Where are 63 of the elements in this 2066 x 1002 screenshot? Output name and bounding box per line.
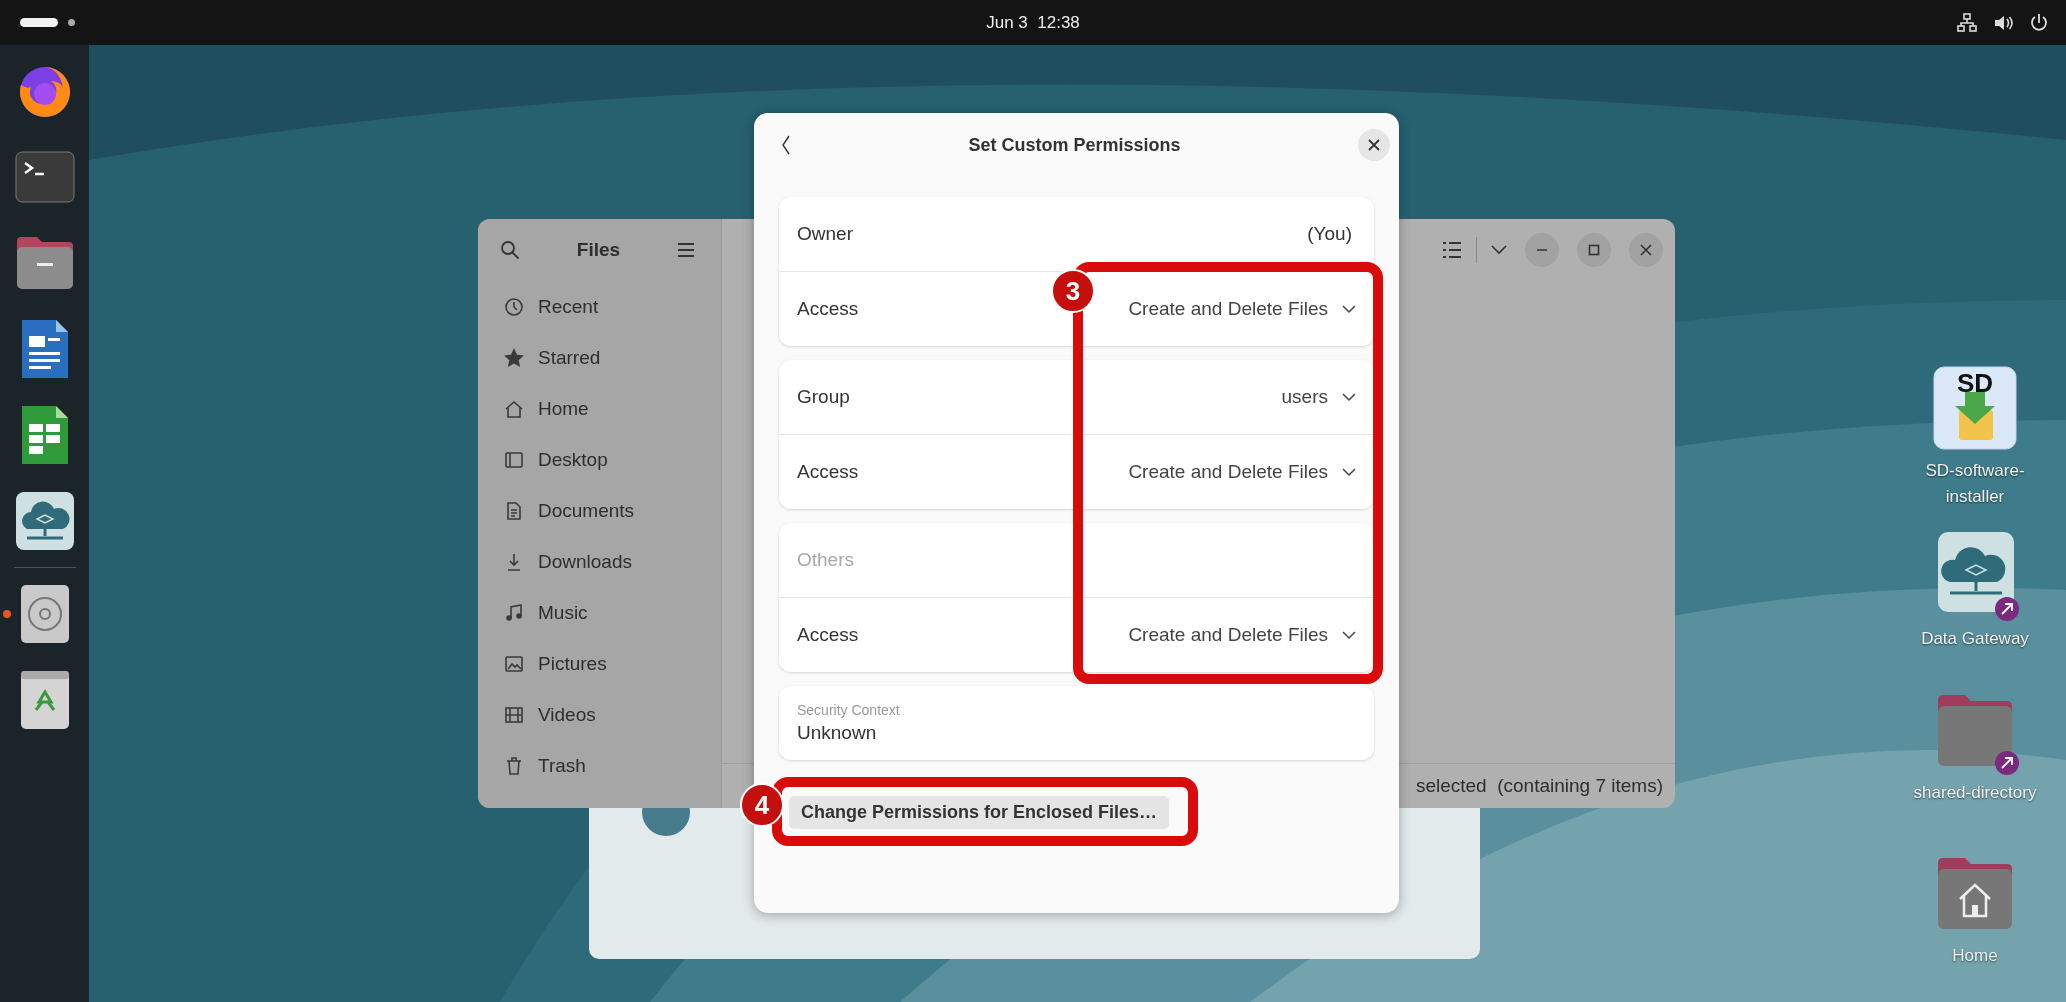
image-icon	[504, 653, 524, 674]
close-button[interactable]	[1358, 129, 1390, 161]
star-icon	[504, 347, 524, 368]
dropdown[interactable]: Create and Delete Files	[1128, 455, 1356, 489]
minimize-icon	[1536, 249, 1548, 251]
sidebar-item[interactable]: Recent	[478, 281, 721, 332]
dropdown[interactable]: Create and Delete Files	[1128, 292, 1356, 326]
chevron-down-icon[interactable]	[1491, 245, 1507, 255]
menu-icon[interactable]	[677, 242, 695, 258]
clock[interactable]: Jun 3 12:38	[986, 12, 1080, 33]
sidebar-item[interactable]: Downloads	[478, 536, 721, 587]
document-icon[interactable]	[19, 318, 70, 380]
list-view-icon[interactable]	[1442, 241, 1462, 259]
sidebar-item[interactable]: Home	[478, 383, 721, 434]
sidebar-item[interactable]: Videos	[478, 689, 721, 740]
desktop-icon-label[interactable]: Data Gateway	[1910, 626, 2040, 652]
row-label: Owner	[797, 223, 853, 245]
music-note-icon	[504, 602, 524, 623]
close-icon	[1640, 244, 1652, 256]
sidebar-item[interactable]: Pictures	[478, 638, 721, 689]
house-icon	[504, 398, 524, 419]
chevron-down-icon	[1342, 392, 1356, 402]
folder-icon[interactable]	[14, 235, 75, 291]
dialog-title: Set Custom Permissions	[968, 134, 1181, 156]
row-label: Access	[797, 624, 859, 646]
dropdown[interactable]: Create and Delete Files	[1128, 618, 1356, 652]
maximize-button[interactable]	[1577, 233, 1611, 267]
row-label: Access	[797, 298, 859, 320]
chevron-down-icon	[1342, 467, 1356, 477]
search-icon[interactable]	[500, 240, 520, 260]
power-icon[interactable]	[2028, 11, 2050, 34]
spreadsheet-icon[interactable]	[19, 404, 70, 466]
chevron-down-icon	[1342, 630, 1356, 640]
sidebar-item[interactable]: Trash	[478, 740, 721, 791]
film-icon	[504, 704, 524, 725]
screen-icon	[504, 449, 524, 470]
network-icon[interactable]	[1956, 11, 1978, 34]
clock-icon	[504, 296, 524, 317]
trash-icon	[504, 755, 524, 776]
row-label: Others	[797, 549, 855, 571]
status-text: selected (containing 7 items)	[1415, 775, 1663, 797]
field-label: Security Context	[797, 702, 901, 718]
maximize-icon	[1588, 244, 1600, 256]
close-icon	[1367, 138, 1381, 152]
terminal-icon[interactable]	[14, 151, 75, 203]
trash-icon[interactable]	[19, 670, 70, 730]
back-icon[interactable]	[781, 135, 791, 155]
cloud-server-icon[interactable]	[14, 491, 75, 551]
dropdown[interactable]: users	[1281, 380, 1356, 414]
change-permissions-button[interactable]: Change Permissions for Enclosed Files…	[789, 796, 1170, 829]
sidebar-item[interactable]: Music	[478, 587, 721, 638]
row-label: Group	[797, 386, 850, 408]
field-value: Unknown	[797, 722, 878, 744]
sidebar-item[interactable]: Starred	[478, 332, 721, 383]
row-value: (You)	[1307, 223, 1353, 245]
chevron-down-icon	[1342, 304, 1356, 314]
installer-icon[interactable]: SD	[1933, 366, 2017, 450]
sidebar-item[interactable]: Documents	[478, 485, 721, 536]
document-icon	[504, 500, 524, 521]
desktop-icon-label[interactable]: SD-software-installer	[1910, 458, 2040, 509]
window-title: Files	[576, 239, 621, 261]
row-label: Access	[797, 461, 859, 483]
sidebar-item[interactable]: Desktop	[478, 434, 721, 485]
